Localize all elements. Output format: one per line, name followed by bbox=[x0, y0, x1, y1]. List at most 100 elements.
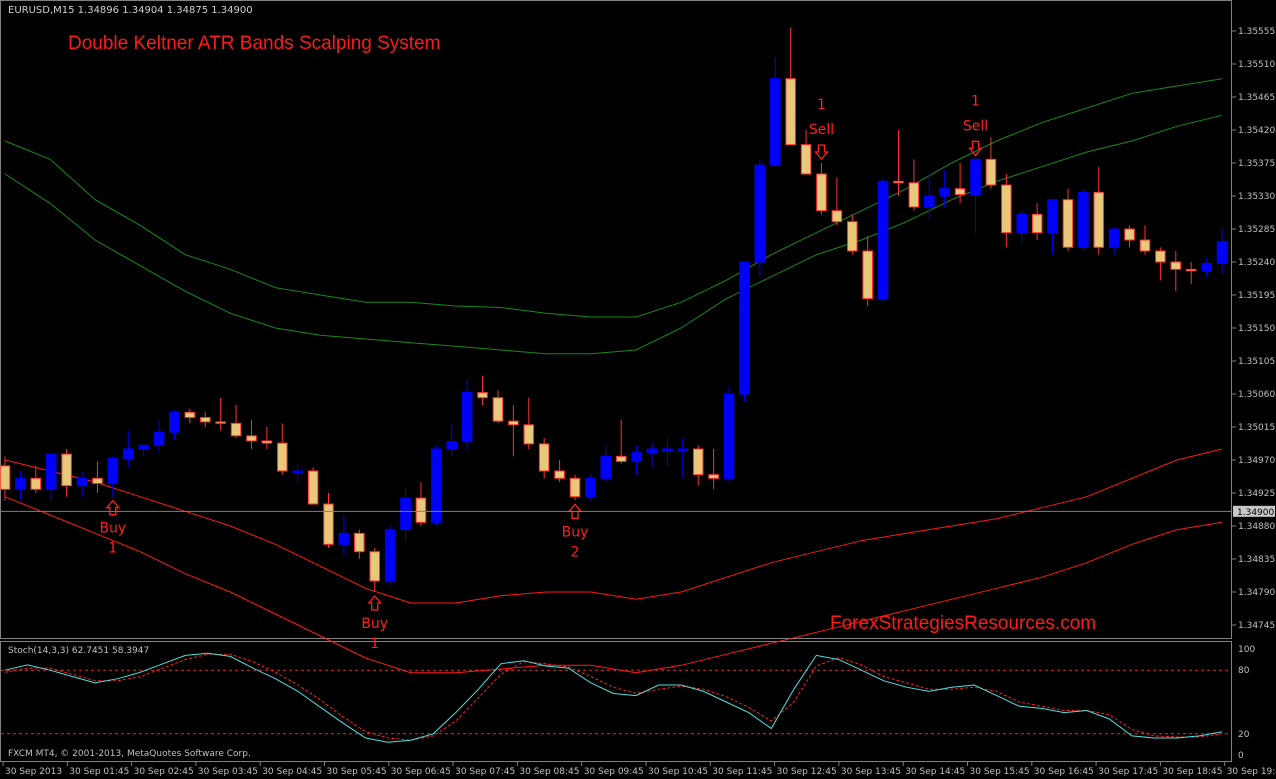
candle-body bbox=[384, 529, 396, 582]
y-tick-label: 1.35240 bbox=[1238, 258, 1275, 268]
candle-body bbox=[785, 78, 796, 146]
candle-body bbox=[1185, 268, 1197, 272]
candle-body bbox=[1062, 199, 1074, 248]
candle-body bbox=[877, 180, 889, 300]
y-tick-label: 1.35420 bbox=[1238, 126, 1275, 136]
candle-body bbox=[523, 424, 535, 445]
candle-body bbox=[61, 453, 72, 487]
candle-body bbox=[970, 158, 981, 196]
candle-body bbox=[800, 144, 812, 175]
y-tick-label: 1.35150 bbox=[1238, 324, 1275, 334]
stoch-y-tick-label: 20 bbox=[1238, 730, 1250, 740]
x-tick-label: 30 Sep 19:45 bbox=[1227, 767, 1276, 777]
y-tick-label: 1.35285 bbox=[1238, 225, 1275, 235]
x-tick-label: 30 Sep 01:45 bbox=[69, 767, 129, 777]
x-tick-label: 30 Sep 04:45 bbox=[262, 767, 322, 777]
y-tick-label: 1.35195 bbox=[1238, 291, 1275, 301]
candle-body bbox=[708, 474, 719, 479]
candle-body bbox=[261, 440, 273, 444]
y-tick-label: 1.34790 bbox=[1238, 588, 1275, 598]
candle-body bbox=[45, 453, 57, 490]
chart-canvas[interactable]: Buy 1 Buy 1 Buy 2 Sell 1 Sell 1 1.35555 1.35510 1.3… bbox=[0, 0, 1276, 779]
chart-title: Double Keltner ATR Bands Scalping System bbox=[68, 33, 440, 54]
candle-body bbox=[0, 465, 11, 490]
candle-body bbox=[338, 532, 350, 545]
candle-body bbox=[862, 250, 873, 300]
y-tick-label: 1.35330 bbox=[1238, 192, 1275, 202]
candle bbox=[431, 445, 442, 526]
x-tick-label: 30 Sep 11:45 bbox=[712, 767, 772, 777]
x-tick-label: 30 Sep 02:45 bbox=[134, 767, 194, 777]
candle-body bbox=[1078, 191, 1089, 248]
x-tick-label: 30 Sep 14:45 bbox=[905, 767, 965, 777]
candle-body bbox=[816, 173, 827, 212]
candle-body bbox=[446, 441, 458, 450]
candle-body bbox=[230, 422, 242, 437]
candle-body bbox=[122, 448, 134, 460]
x-tick-label: 30 Sep 13:45 bbox=[841, 767, 901, 777]
chart-header: EURUSD,M15 1.34896 1.34904 1.34875 1.349… bbox=[8, 5, 253, 16]
candle-body bbox=[492, 397, 504, 422]
x-tick-label: 30 Sep 10:45 bbox=[648, 767, 708, 777]
x-tick-label: 30 Sep 08:45 bbox=[519, 767, 579, 777]
signal-label: Buy bbox=[562, 524, 589, 540]
candle-body bbox=[138, 444, 149, 450]
candle-body bbox=[646, 448, 658, 454]
y-tick-label: 1.35105 bbox=[1238, 357, 1275, 367]
candle-body bbox=[739, 261, 750, 395]
x-tick-label: 30 Sep 12:45 bbox=[777, 767, 837, 777]
candle-body bbox=[1108, 228, 1120, 248]
x-tick-label: 30 Sep 05:45 bbox=[327, 767, 387, 777]
stoch-y-tick-label: 0 bbox=[1238, 751, 1244, 761]
signal-number: 1 bbox=[370, 636, 379, 652]
candle bbox=[877, 177, 889, 303]
candle-body bbox=[1031, 213, 1043, 234]
candle-body bbox=[1155, 250, 1166, 263]
candle-body bbox=[1001, 184, 1012, 234]
candle-body bbox=[15, 477, 26, 490]
candle-body bbox=[277, 442, 288, 472]
candle-body bbox=[985, 158, 997, 186]
candle-body bbox=[585, 477, 596, 498]
signal-label: Buy bbox=[99, 521, 126, 537]
candle-body bbox=[1139, 239, 1151, 252]
candle-body bbox=[461, 392, 473, 443]
candle-body bbox=[1016, 213, 1028, 234]
x-tick-label: 30 Sep 15:45 bbox=[970, 767, 1030, 777]
signal-number: 1 bbox=[971, 93, 980, 109]
candle-body bbox=[107, 458, 119, 484]
candle-body bbox=[723, 393, 735, 479]
signal-number: 1 bbox=[817, 97, 826, 113]
candle-body bbox=[307, 470, 319, 505]
current-price-label: 1.34900 bbox=[1237, 508, 1274, 518]
candle bbox=[307, 467, 319, 505]
candle-body bbox=[615, 455, 627, 462]
y-tick-label: 1.35555 bbox=[1238, 27, 1275, 37]
x-tick-label: 30 Sep 07:45 bbox=[455, 767, 515, 777]
y-tick-label: 1.35060 bbox=[1238, 390, 1275, 400]
candle-body bbox=[908, 182, 920, 208]
candle bbox=[723, 386, 735, 482]
candle bbox=[569, 474, 581, 501]
candle-body bbox=[554, 470, 565, 479]
signal-number: 1 bbox=[108, 541, 117, 557]
candle-body bbox=[631, 452, 642, 462]
candle-body bbox=[754, 164, 766, 263]
x-tick-label: 30 Sep 18:45 bbox=[1162, 767, 1222, 777]
x-tick-label: 30 Sep 06:45 bbox=[391, 767, 451, 777]
candle-body bbox=[30, 477, 42, 490]
candle-body bbox=[1216, 240, 1228, 264]
candle-body bbox=[1170, 261, 1182, 270]
candle-body bbox=[662, 448, 673, 451]
x-tick-label: 30 Sep 2013 bbox=[5, 767, 62, 777]
candle-body bbox=[477, 392, 488, 399]
candle-body bbox=[184, 411, 196, 418]
x-tick-label: 30 Sep 03:45 bbox=[198, 767, 258, 777]
candle-body bbox=[692, 448, 704, 476]
candle-body bbox=[354, 532, 365, 553]
y-tick-label: 1.35510 bbox=[1238, 60, 1275, 70]
candle bbox=[384, 526, 396, 585]
y-tick-label: 1.34880 bbox=[1238, 522, 1275, 532]
candle-body bbox=[323, 503, 334, 545]
candle-body bbox=[76, 477, 88, 487]
